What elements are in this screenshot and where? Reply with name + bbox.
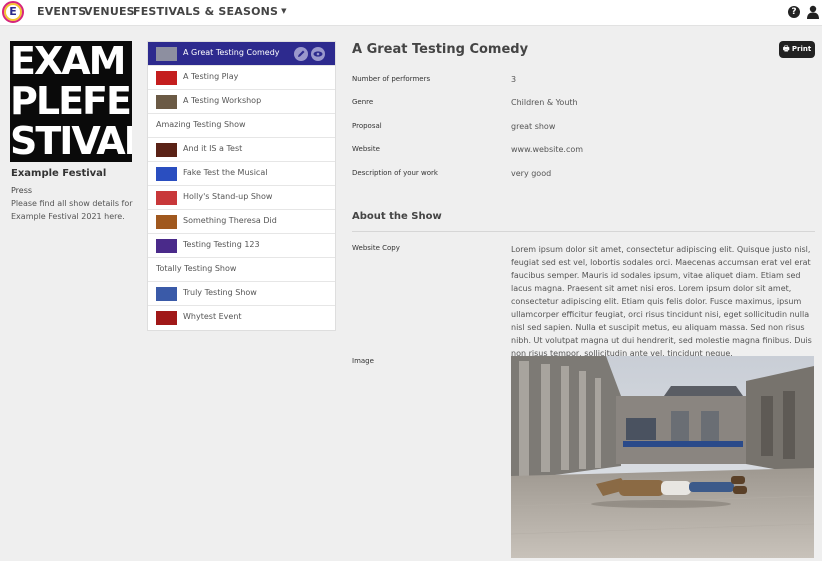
print-label: Print <box>791 45 812 53</box>
show-list-item[interactable]: Fake Test the Musical <box>148 162 335 186</box>
field-value-performers: 3 <box>511 75 517 84</box>
show-thumbnail <box>156 311 177 325</box>
field-value-genre: Children & Youth <box>511 98 578 107</box>
festival-subtitle: Press <box>11 186 33 195</box>
show-list-label: A Testing Play <box>183 72 239 81</box>
show-list-label: Holly's Stand-up Show <box>183 192 273 201</box>
nav-venues[interactable]: VENUES <box>84 5 135 18</box>
show-thumbnail <box>156 167 177 181</box>
show-list-label: Totally Testing Show <box>156 264 237 273</box>
festival-poster: EXAM PLEFE STIVAL <box>10 41 132 162</box>
show-list-label: A Testing Workshop <box>183 96 262 105</box>
show-list-label: Testing Testing 123 <box>183 240 260 249</box>
show-list-label: Amazing Testing Show <box>156 120 246 129</box>
show-list-item[interactable]: A Testing Play <box>148 66 335 90</box>
nav-events[interactable]: EVENTS <box>37 5 86 18</box>
view-eye-icon[interactable] <box>311 47 325 61</box>
field-label-genre: Genre <box>352 98 374 106</box>
show-thumbnail <box>156 143 177 157</box>
show-list-label: Fake Test the Musical <box>183 168 268 177</box>
show-list-item[interactable]: Something Theresa Did <box>148 210 335 234</box>
top-nav: E EVENTS VENUES FESTIVALS & SEASONS ▼ ? <box>0 0 822 26</box>
show-list-item[interactable]: Totally Testing Show <box>148 258 335 282</box>
show-list-item[interactable]: A Testing Workshop <box>148 90 335 114</box>
show-list-item[interactable]: Testing Testing 123 <box>148 234 335 258</box>
show-list: A Great Testing Comedy A Testing Play A Te… <box>147 41 336 331</box>
printer-icon: 🖶 <box>782 45 790 53</box>
nav-festivals-seasons[interactable]: FESTIVALS & SEASONS ▼ <box>133 5 287 18</box>
show-thumbnail <box>156 287 177 301</box>
poster-line-2: PLEFE <box>10 81 132 121</box>
show-list-label: Something Theresa Did <box>183 216 277 225</box>
field-value-proposal: great show <box>511 122 556 131</box>
brand-logo[interactable]: E <box>2 1 24 23</box>
website-copy-text: Lorem ipsum dolor sit amet, consectetur … <box>511 245 812 358</box>
user-icon[interactable] <box>807 5 819 19</box>
section-divider <box>352 231 815 232</box>
poster-line-1: EXAM <box>10 41 126 81</box>
show-list-label: A Great Testing Comedy <box>183 48 280 57</box>
field-label-website-copy: Website Copy <box>352 244 400 252</box>
festival-description: Please find all show details for Example… <box>11 199 133 221</box>
show-list-item[interactable]: Amazing Testing Show <box>148 114 335 138</box>
show-list-item[interactable]: A Great Testing Comedy <box>148 42 335 66</box>
show-list-item[interactable]: And it IS a Test <box>148 138 335 162</box>
show-list-item[interactable]: Truly Testing Show <box>148 282 335 306</box>
show-list-label: Whytest Event <box>183 312 242 321</box>
field-label-description: Description of your work <box>352 169 438 177</box>
field-value-website[interactable]: www.website.com <box>511 145 583 154</box>
show-list-label: Truly Testing Show <box>183 288 257 297</box>
show-thumbnail <box>156 239 177 253</box>
poster-line-3: STIVAL <box>10 121 132 161</box>
field-label-image: Image <box>352 357 374 365</box>
show-image <box>511 356 814 558</box>
show-list-label: And it IS a Test <box>183 144 243 153</box>
show-thumbnail <box>156 95 177 109</box>
field-label-performers: Number of performers <box>352 75 431 83</box>
field-label-website: Website <box>352 145 380 153</box>
help-icon[interactable]: ? <box>788 6 800 18</box>
show-thumbnail <box>156 215 177 229</box>
show-list-item[interactable]: Whytest Event <box>148 306 335 330</box>
festival-name: Example Festival <box>11 168 107 179</box>
field-value-description: very good <box>511 169 552 178</box>
about-show-heading: About the Show <box>352 211 442 222</box>
show-thumbnail <box>156 71 177 85</box>
edit-pencil-icon[interactable] <box>294 47 308 61</box>
print-button[interactable]: 🖶 Print <box>779 41 815 58</box>
show-thumbnail <box>156 191 177 205</box>
show-thumbnail <box>156 47 177 61</box>
show-title: A Great Testing Comedy <box>352 42 529 57</box>
nav-festivals-label: FESTIVALS & SEASONS <box>133 5 279 18</box>
field-label-proposal: Proposal <box>352 122 382 130</box>
show-list-item[interactable]: Holly's Stand-up Show <box>148 186 335 210</box>
caret-down-icon: ▼ <box>281 7 287 15</box>
